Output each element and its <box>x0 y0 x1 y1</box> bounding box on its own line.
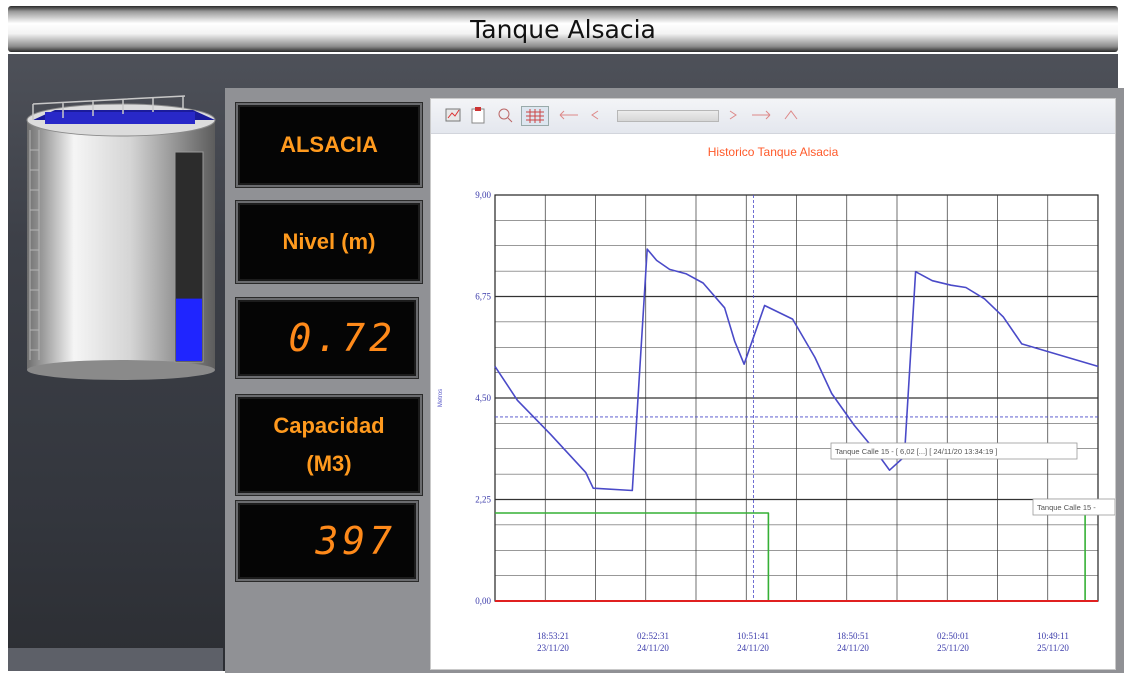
x-tick-date: 24/11/20 <box>837 643 869 653</box>
tank-name-display: ALSACIA <box>238 105 420 185</box>
x-tick-time: 02:52:31 <box>637 631 669 641</box>
level-value-display: 0.72 <box>238 300 416 376</box>
capacity-label-line2: (M3) <box>306 451 352 476</box>
title-bar: Tanque Alsacia <box>8 6 1118 52</box>
x-tick-time: 02:50:01 <box>937 631 969 641</box>
series-tooltip-text: Tanque Calle 15 - <box>1037 503 1096 512</box>
capacity-value-display: 397 <box>238 503 416 579</box>
x-tick-date: 24/11/20 <box>637 643 669 653</box>
x-tick-time: 10:51:41 <box>737 631 769 641</box>
y-tick-label: 9,00 <box>475 190 491 200</box>
level-value: 0.72 <box>288 316 396 360</box>
tank-name: ALSACIA <box>280 132 378 157</box>
x-tick-date: 25/11/20 <box>937 643 969 653</box>
x-tick-date: 25/11/20 <box>1037 643 1069 653</box>
x-tick-time: 18:53:21 <box>537 631 569 641</box>
x-tick-date: 24/11/20 <box>737 643 769 653</box>
y-axis-label: Metros <box>438 389 444 407</box>
y-tick-label: 4,50 <box>475 393 491 403</box>
series-tooltip-text: Tanque Calle 15 - [ 6,02 [...] [ 24/11/2… <box>835 447 997 456</box>
capacity-label-line1: Capacidad <box>273 413 385 438</box>
y-tick-label: 0,00 <box>475 596 491 606</box>
tank-illustration <box>26 95 216 380</box>
level-label: Nivel (m) <box>282 229 376 254</box>
window-title: Tanque Alsacia <box>470 14 656 44</box>
x-tick-time: 10:49:11 <box>1037 631 1069 641</box>
y-tick-label: 6,75 <box>475 292 491 302</box>
capacity-value: 397 <box>315 519 396 563</box>
level-gauge-fill <box>176 298 202 361</box>
x-tick-date: 23/11/20 <box>537 643 569 653</box>
chart-plot: 9,00 6,75 4,50 2,25 0,00 Metros 18:53:21 23/11/… <box>438 190 1115 653</box>
x-tick-time: 18:50:51 <box>837 631 869 641</box>
y-tick-label: 2,25 <box>475 495 491 505</box>
bottom-strip <box>8 648 223 671</box>
trend-chart: Historico Tanque Alsacia 9,00 6,75 4,50 2,2… <box>430 98 1116 670</box>
level-label-display: Nivel (m) <box>238 203 420 281</box>
capacity-label-display: Capacidad (M3) <box>238 397 420 493</box>
